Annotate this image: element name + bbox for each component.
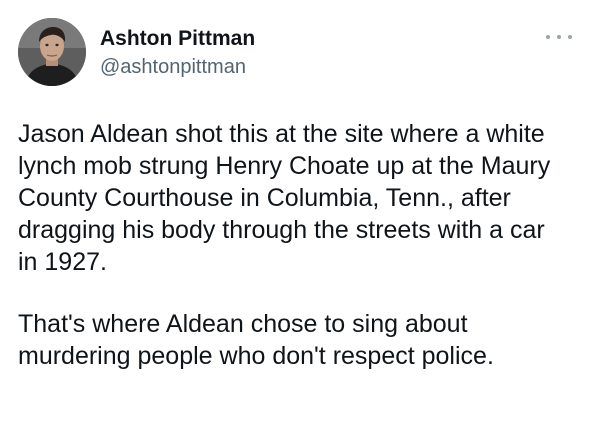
author-handle[interactable]: @ashtonpittman xyxy=(100,54,255,80)
user-avatar-photo-icon xyxy=(18,18,86,86)
more-dot xyxy=(546,35,550,39)
author-display-name[interactable]: Ashton Pittman xyxy=(100,26,255,52)
tweet-header: Ashton Pittman @ashtonpittman xyxy=(18,18,578,88)
tweet-text: Jason Aldean shot this at the site where… xyxy=(18,118,583,372)
tweet-paragraph: That's where Aldean chose to sing about … xyxy=(18,310,494,370)
more-dot xyxy=(568,35,572,39)
avatar[interactable] xyxy=(18,18,86,86)
more-options-icon[interactable] xyxy=(546,30,572,44)
tweet-card: Ashton Pittman @ashtonpittman Jason Alde… xyxy=(0,0,595,440)
more-dot xyxy=(557,35,561,39)
tweet-paragraph: Jason Aldean shot this at the site where… xyxy=(18,120,551,276)
author-names: Ashton Pittman @ashtonpittman xyxy=(100,26,255,80)
